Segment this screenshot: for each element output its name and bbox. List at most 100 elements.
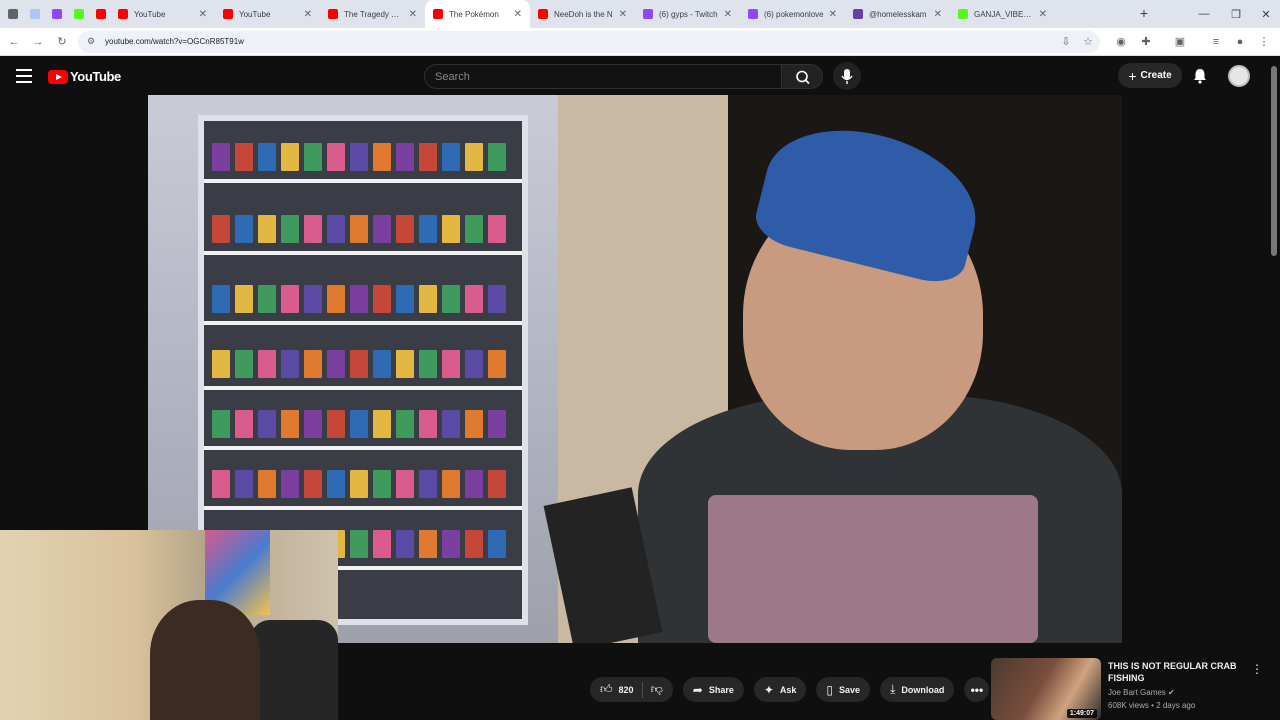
close-tab-icon[interactable]: ✕ <box>199 9 207 20</box>
profile-icon[interactable]: ● <box>1232 34 1248 50</box>
site-info-icon[interactable]: ⚙ <box>87 36 99 48</box>
browser-tab[interactable]: @homelesskam ✕ <box>845 0 950 28</box>
browser-tab[interactable] <box>44 0 66 28</box>
recommended-menu-icon[interactable]: ⋮ <box>1251 662 1263 676</box>
share-button[interactable]: ➦ Share <box>682 677 744 702</box>
product-box <box>419 143 437 171</box>
account-avatar[interactable] <box>1228 65 1250 87</box>
like-count[interactable]: 820 <box>619 685 634 695</box>
recommended-meta: 608K views • 2 days ago <box>1108 701 1196 710</box>
recommended-video[interactable]: 1:49:07 THIS IS NOT REGULAR CRAB FISHING… <box>991 658 1271 720</box>
product-box <box>304 285 322 313</box>
browser-tab[interactable]: YouTube ✕ <box>215 0 320 28</box>
browser-tab[interactable] <box>22 0 44 28</box>
side-panel-icon[interactable]: ▣ <box>1172 34 1188 50</box>
save-button[interactable]: ▯ Save <box>816 677 871 702</box>
minimize-button[interactable]: — <box>1188 0 1220 28</box>
browser-tab[interactable]: The Tragedy Of N ✕ <box>320 0 425 28</box>
microphone-icon <box>841 69 853 84</box>
share-icon: ➦ <box>692 682 703 697</box>
browser-tab[interactable]: NeeDoh is the N ✕ <box>530 0 635 28</box>
create-button[interactable]: + Create <box>1118 63 1182 88</box>
install-app-icon[interactable]: ⇩ <box>1058 34 1074 50</box>
product-box <box>304 143 322 171</box>
close-tab-icon[interactable]: ✕ <box>1039 9 1047 20</box>
close-tab-icon[interactable]: ✕ <box>409 9 417 20</box>
browser-tab[interactable] <box>66 0 88 28</box>
recommended-thumbnail[interactable]: 1:49:07 <box>991 658 1101 720</box>
tab-favicon-icon <box>538 9 548 19</box>
sparkle-icon: ✦ <box>763 682 774 697</box>
reload-icon[interactable]: ↻ <box>54 34 70 50</box>
page-scrollbar[interactable] <box>1271 66 1277 256</box>
close-tab-icon[interactable]: ✕ <box>304 9 312 20</box>
bookmark-icon: ▯ <box>826 682 834 697</box>
new-tab-button[interactable]: + <box>1136 5 1152 21</box>
restore-button[interactable]: ❐ <box>1220 0 1252 28</box>
address-bar[interactable]: ⚙ youtube.com/watch?v=OGCnR85T91w <box>78 31 1100 53</box>
tab-favicon-icon <box>52 9 62 19</box>
youtube-logo-text: YouTube <box>70 69 121 84</box>
more-actions-button[interactable]: ••• <box>964 677 990 702</box>
more-horizontal-icon: ••• <box>970 682 984 697</box>
product-box <box>304 350 322 378</box>
product-box <box>465 530 483 558</box>
product-box <box>419 285 437 313</box>
close-tab-icon[interactable]: ✕ <box>829 9 837 20</box>
thumbs-down-icon[interactable]: 👎︎ <box>651 682 663 697</box>
close-tab-icon[interactable]: ✕ <box>514 9 522 20</box>
recommended-title[interactable]: THIS IS NOT REGULAR CRAB FISHING <box>1108 660 1243 684</box>
product-box <box>350 410 368 438</box>
product-box <box>281 470 299 498</box>
browser-tab[interactable] <box>0 0 22 28</box>
url-text: youtube.com/watch?v=OGCnR85T91w <box>105 37 244 46</box>
product-box <box>465 215 483 243</box>
product-box <box>304 410 322 438</box>
product-box <box>373 470 391 498</box>
thumbs-up-icon[interactable]: 👍︎ <box>600 682 613 697</box>
close-window-button[interactable]: ✕ <box>1250 0 1280 28</box>
search-input[interactable]: Search <box>424 64 782 89</box>
search-button[interactable] <box>781 64 823 89</box>
browser-tab[interactable]: GANJA_VIBES St ✕ <box>950 0 1055 28</box>
browser-tab[interactable]: The Pokémon ✕ <box>425 0 530 28</box>
youtube-logo[interactable]: YouTube <box>48 69 121 84</box>
browser-tab[interactable] <box>88 0 110 28</box>
browser-tab[interactable]: (6) gyps - Twitch ✕ <box>635 0 740 28</box>
notifications-bell-icon[interactable] <box>1191 67 1209 85</box>
product-box <box>396 410 414 438</box>
product-box <box>258 215 276 243</box>
product-box <box>235 350 253 378</box>
product-box <box>350 470 368 498</box>
forward-icon[interactable]: → <box>30 34 46 50</box>
bookmark-star-icon[interactable]: ☆ <box>1080 34 1096 50</box>
close-tab-icon[interactable]: ✕ <box>934 9 942 20</box>
product-box <box>327 285 345 313</box>
product-box <box>235 410 253 438</box>
tab-favicon-icon <box>328 9 338 19</box>
close-tab-icon[interactable]: ✕ <box>619 9 627 20</box>
browser-tab[interactable]: YouTube ✕ <box>110 0 215 28</box>
back-icon[interactable]: ← <box>6 34 22 50</box>
product-box <box>373 215 391 243</box>
tab-title: NeeDoh is the N <box>554 9 613 19</box>
ask-button[interactable]: ✦ Ask <box>753 677 807 702</box>
download-button[interactable]: ⤓ Download <box>880 677 955 702</box>
browser-tab[interactable]: (6) pokemonlove ✕ <box>740 0 845 28</box>
product-box <box>488 410 506 438</box>
close-tab-icon[interactable]: ✕ <box>724 9 732 20</box>
guide-menu-icon[interactable] <box>16 69 32 83</box>
tab-title: The Pokémon <box>449 9 499 19</box>
tab-favicon-icon <box>433 9 443 19</box>
extension-icon[interactable]: ◉ <box>1113 34 1129 50</box>
product-box <box>419 470 437 498</box>
product-box <box>327 350 345 378</box>
product-box <box>442 285 460 313</box>
media-controls-icon[interactable]: ≡ <box>1208 34 1224 50</box>
extensions-puzzle-icon[interactable]: ✚ <box>1138 34 1154 50</box>
voice-search-button[interactable] <box>833 62 861 90</box>
product-box <box>327 143 345 171</box>
recommended-channel[interactable]: Joe Bart Games ✔ <box>1108 688 1175 697</box>
search-placeholder: Search <box>435 71 470 83</box>
browser-menu-icon[interactable]: ⋮ <box>1256 34 1272 50</box>
